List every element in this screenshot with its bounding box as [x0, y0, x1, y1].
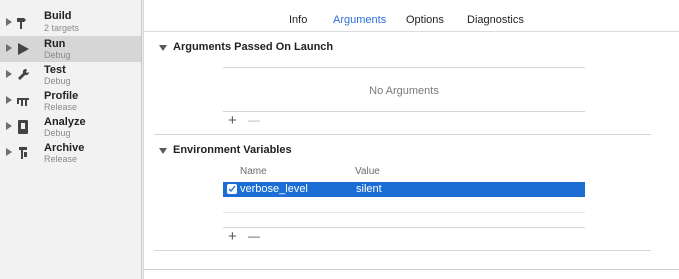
- env-section-header[interactable]: Environment Variables: [144, 143, 664, 159]
- sidebar-item-label: Test: [44, 64, 66, 76]
- tab-diagnostics[interactable]: Diagnostics: [467, 14, 524, 26]
- sidebar-item-label: Run: [44, 38, 66, 50]
- disclosure-triangle-icon[interactable]: [159, 45, 167, 51]
- table-row[interactable]: verbose_level silent: [223, 182, 585, 197]
- sidebar-item-profile[interactable]: Profile Release: [0, 88, 141, 114]
- section-divider: [154, 250, 651, 251]
- disclosure-triangle-icon[interactable]: [6, 44, 12, 52]
- add-env-var-button[interactable]: +: [228, 229, 237, 244]
- tab-arguments[interactable]: Arguments: [333, 14, 386, 26]
- scheme-action-sidebar: Build 2 targets Run Debug Test Debug Pro…: [0, 0, 142, 279]
- add-argument-button[interactable]: +: [228, 113, 237, 128]
- sidebar-item-test[interactable]: Test Debug: [0, 62, 141, 88]
- sidebar-item-build[interactable]: Build 2 targets: [0, 10, 141, 36]
- disclosure-triangle-icon[interactable]: [159, 148, 167, 154]
- value-column-header[interactable]: Value: [355, 166, 380, 177]
- tab-options[interactable]: Options: [406, 14, 444, 26]
- disclosure-triangle-icon[interactable]: [6, 18, 12, 26]
- sidebar-item-archive[interactable]: Archive Release: [0, 140, 141, 166]
- env-table-bottom-border: [223, 227, 585, 228]
- panel-bottom-border: [144, 269, 679, 270]
- section-title: Environment Variables: [173, 144, 292, 156]
- arguments-table-top-border: [223, 67, 585, 68]
- archive-icon: [19, 147, 27, 159]
- name-column-header[interactable]: Name: [240, 166, 267, 177]
- sidebar-item-subtitle: Release: [44, 102, 78, 112]
- analyze-icon: [18, 120, 28, 134]
- disclosure-triangle-icon[interactable]: [6, 122, 12, 130]
- section-title: Arguments Passed On Launch: [173, 41, 334, 53]
- sidebar-item-label: Analyze: [44, 116, 86, 128]
- sidebar-item-label: Build: [44, 10, 72, 22]
- tab-bar: Info Arguments Options Diagnostics: [144, 0, 679, 32]
- wrench-icon: [18, 68, 30, 80]
- section-divider: [154, 134, 651, 135]
- sidebar-item-run[interactable]: Run Debug: [0, 36, 141, 62]
- remove-env-var-button[interactable]: —: [248, 229, 260, 244]
- checkmark-icon: [228, 185, 236, 193]
- enabled-checkbox[interactable]: [227, 184, 237, 194]
- hammer-icon: [17, 18, 26, 29]
- sidebar-item-label: Archive: [44, 142, 85, 154]
- sidebar-item-subtitle: Debug: [44, 50, 71, 60]
- scheme-editor-panel: Info Arguments Options Diagnostics Argum…: [143, 0, 679, 279]
- sidebar-item-subtitle: Release: [44, 154, 78, 164]
- disclosure-triangle-icon[interactable]: [6, 70, 12, 78]
- arguments-section-header[interactable]: Arguments Passed On Launch: [144, 40, 664, 56]
- row-separator: [223, 212, 585, 213]
- arguments-empty-text: No Arguments: [369, 85, 439, 97]
- instruments-icon: [17, 98, 29, 106]
- sidebar-item-label: Profile: [44, 90, 79, 102]
- sidebar-item-subtitle: 2 targets: [44, 23, 80, 33]
- disclosure-triangle-icon[interactable]: [6, 96, 12, 104]
- env-var-value[interactable]: silent: [356, 183, 382, 195]
- disclosure-triangle-icon[interactable]: [6, 148, 12, 156]
- sidebar-item-subtitle: Debug: [44, 76, 71, 86]
- tab-info[interactable]: Info: [289, 14, 307, 26]
- remove-argument-button[interactable]: —: [248, 113, 260, 128]
- play-icon: [18, 43, 29, 55]
- arguments-table-bottom-border: [223, 111, 585, 112]
- sidebar-item-subtitle: Debug: [44, 128, 71, 138]
- env-var-name[interactable]: verbose_level: [240, 183, 308, 195]
- sidebar-item-analyze[interactable]: Analyze Debug: [0, 114, 141, 140]
